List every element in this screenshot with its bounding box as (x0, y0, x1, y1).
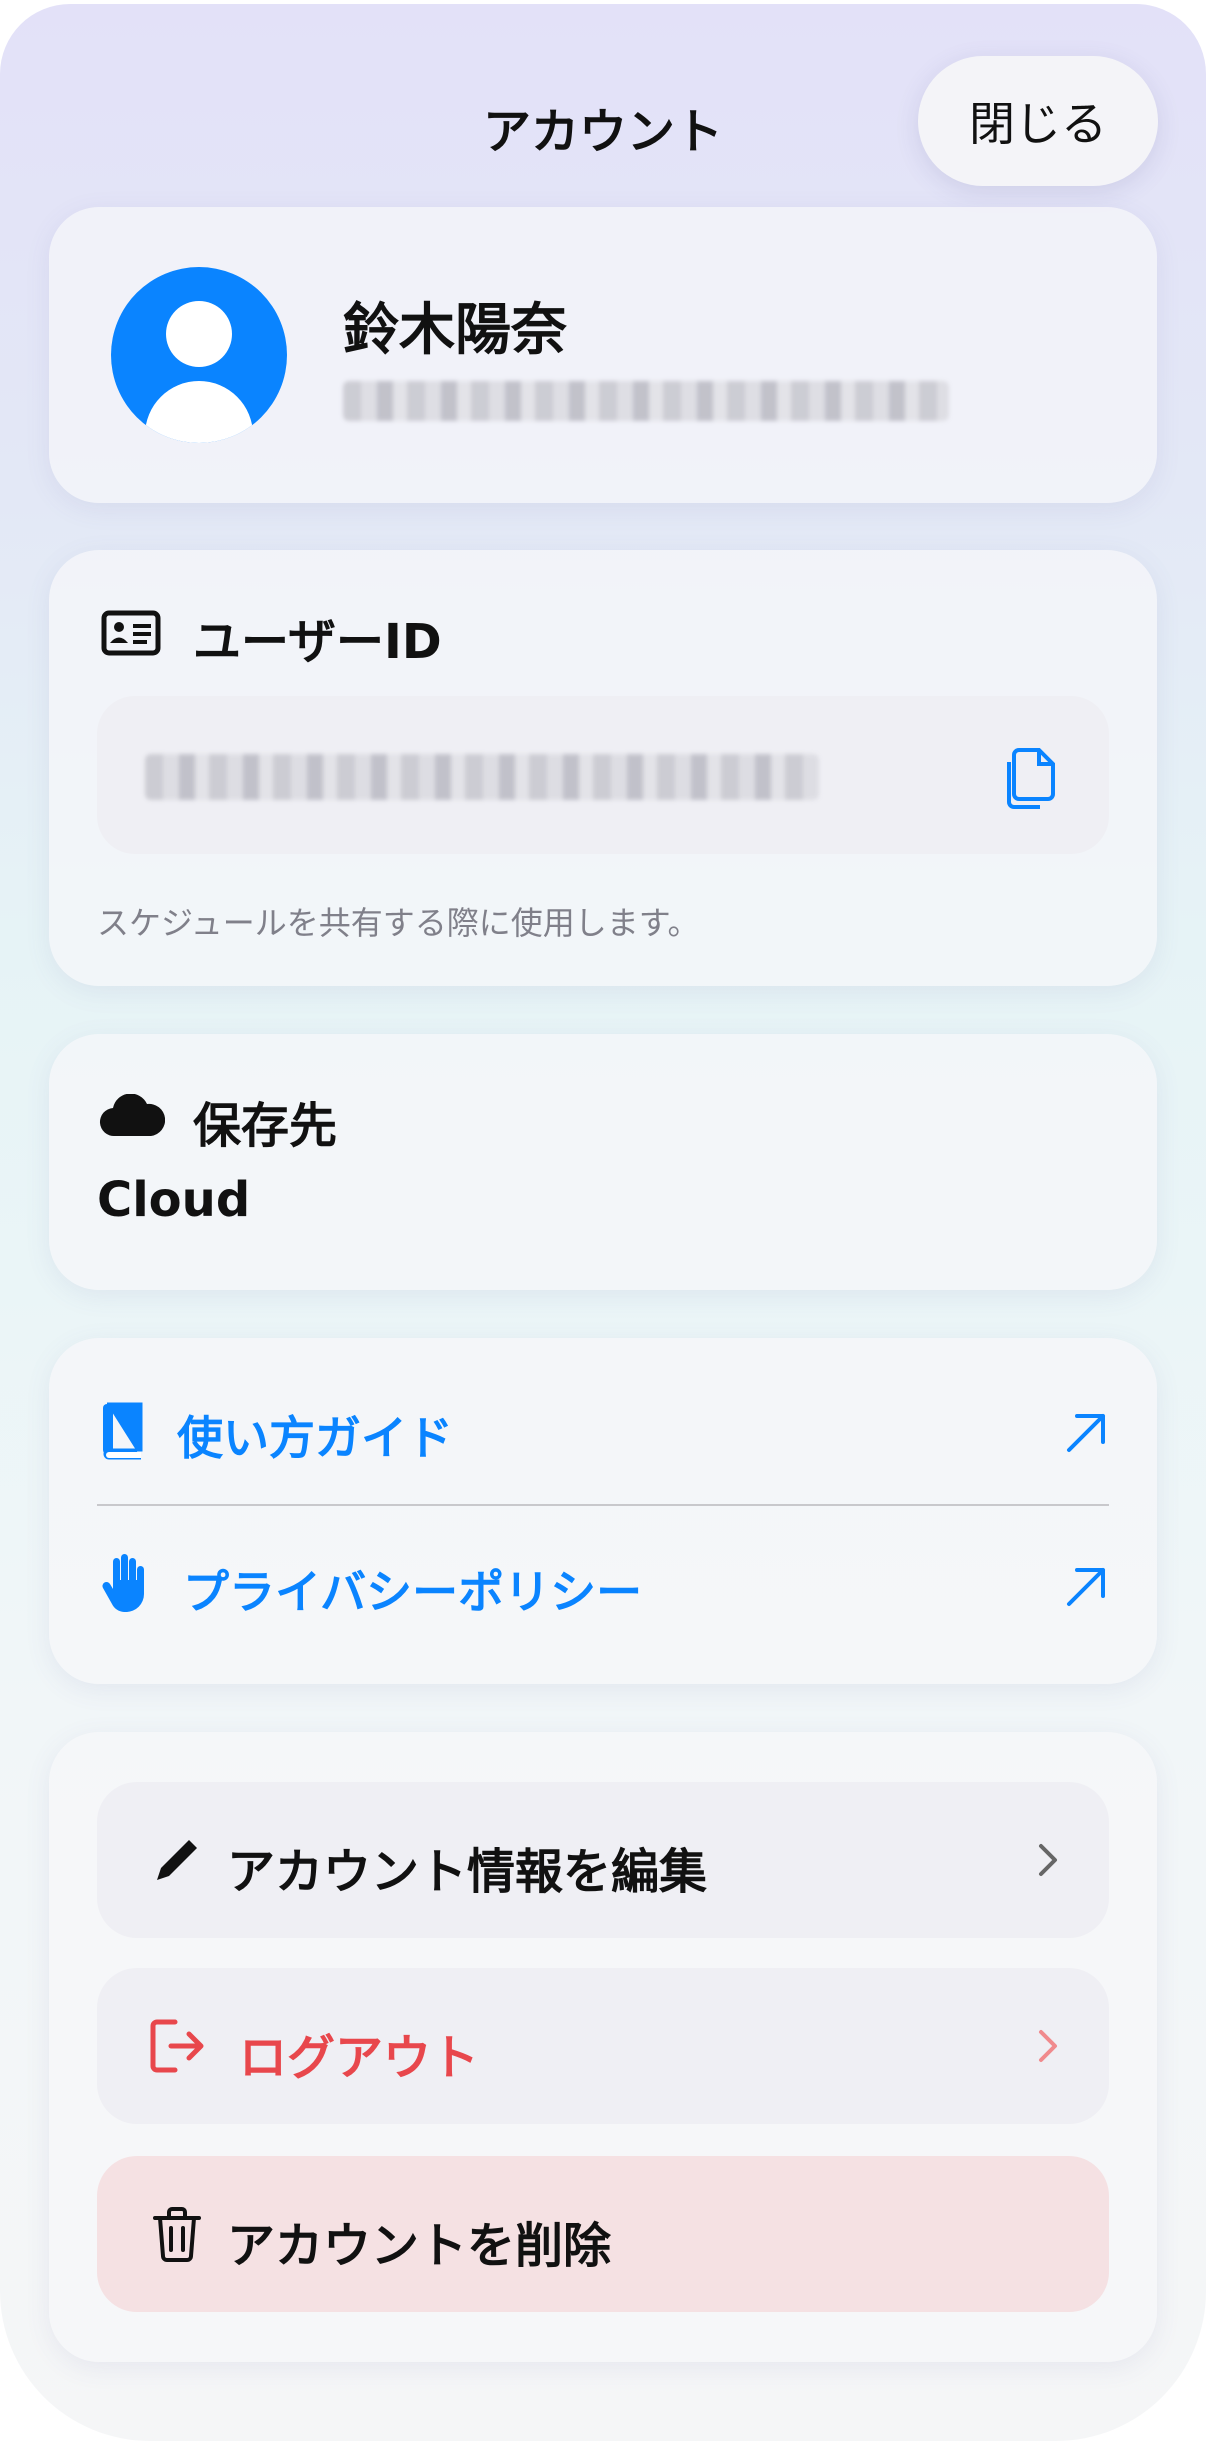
storage-value: Cloud (97, 1172, 251, 1228)
external-link-icon (1067, 1568, 1105, 1606)
logout-label: ログアウト (239, 2030, 480, 2086)
user-id-field (97, 696, 1109, 854)
email-redacted (343, 381, 949, 421)
profile-name: 鈴木陽奈 (343, 298, 567, 363)
edit-account-button[interactable]: アカウント情報を編集 (97, 1782, 1109, 1938)
edit-account-label: アカウント情報を編集 (227, 1844, 708, 1900)
account-sheet: アカウント 閉じる 鈴木陽奈 ユーザーID スケジュールを共有する際に使用します… (0, 4, 1206, 2441)
trash-icon (153, 2207, 201, 2262)
id-card-icon (101, 610, 161, 656)
delete-account-button[interactable]: アカウントを削除 (97, 2156, 1109, 2312)
user-id-redacted (145, 754, 819, 800)
pencil-icon (157, 1840, 197, 1880)
copy-icon[interactable] (999, 744, 1063, 812)
profile-card: 鈴木陽奈 (49, 207, 1157, 503)
links-divider (97, 1504, 1109, 1506)
links-card: 使い方ガイド プライバシーポリシー (49, 1338, 1157, 1684)
close-button[interactable]: 閉じる (918, 56, 1158, 186)
logout-icon (150, 2019, 204, 2073)
privacy-link[interactable]: プライバシーポリシー (49, 1512, 1157, 1662)
book-icon (103, 1402, 143, 1460)
chevron-right-icon (1039, 1844, 1057, 1876)
actions-card: アカウント情報を編集 ログアウト アカウントを削除 (49, 1732, 1157, 2362)
external-link-icon (1067, 1414, 1105, 1452)
guide-link-label: 使い方ガイド (177, 1411, 453, 1465)
user-id-title: ユーザーID (193, 614, 442, 670)
logout-button[interactable]: ログアウト (97, 1968, 1109, 2124)
guide-link[interactable]: 使い方ガイド (49, 1358, 1157, 1508)
chevron-right-icon (1039, 2030, 1057, 2062)
avatar (111, 267, 287, 443)
hand-icon (102, 1554, 144, 1612)
user-id-card: ユーザーID スケジュールを共有する際に使用します。 (49, 550, 1157, 986)
cloud-icon (99, 1094, 165, 1137)
storage-title: 保存先 (193, 1098, 338, 1154)
storage-card: 保存先 Cloud (49, 1034, 1157, 1290)
user-id-hint: スケジュールを共有する際に使用します。 (97, 904, 700, 942)
delete-account-label: アカウントを削除 (227, 2218, 612, 2274)
privacy-link-label: プライバシーポリシー (183, 1565, 643, 1619)
